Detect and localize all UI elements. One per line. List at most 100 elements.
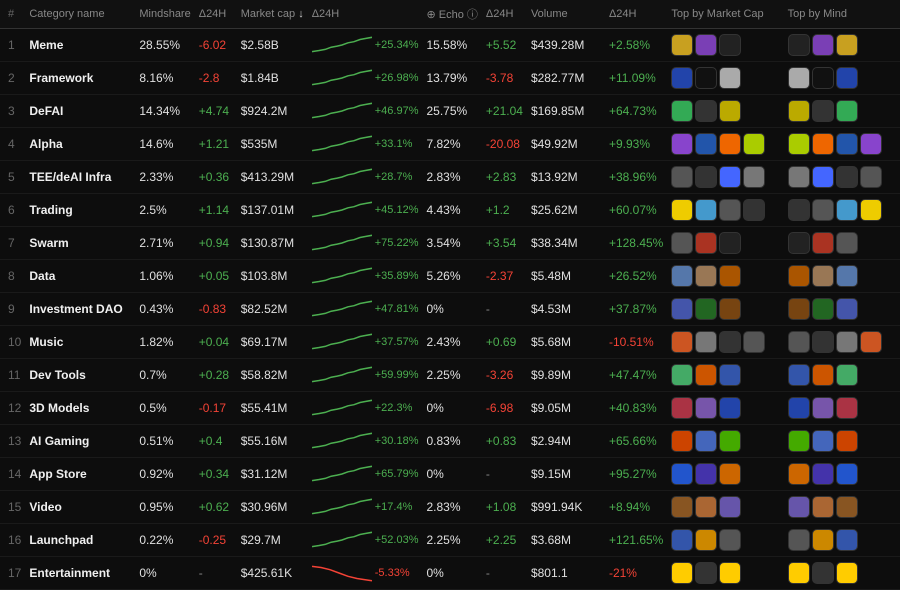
table-row[interactable]: 2Framework8.16%-2.8$1.84B +26.98%13.79%-…	[0, 62, 900, 95]
marketcap-chart: +46.97%	[308, 95, 423, 128]
mindshare-value: 2.71%	[135, 227, 194, 260]
mindshare-delta: +0.94	[195, 227, 237, 260]
echo-delta: -	[482, 293, 527, 326]
token-icon	[788, 232, 810, 254]
top-by-marketcap-icons	[667, 392, 783, 425]
category-name[interactable]: Alpha	[25, 128, 135, 161]
table-row[interactable]: 5TEE/deAI Infra2.33%+0.36$413.29M +28.7%…	[0, 161, 900, 194]
mindshare-delta: +0.62	[195, 491, 237, 524]
volume-delta: +64.73%	[605, 95, 667, 128]
mindshare-value: 2.33%	[135, 161, 194, 194]
volume-delta: +128.45%	[605, 227, 667, 260]
col-echo[interactable]: ⊕ Echo ⓘ	[423, 0, 482, 29]
table-row[interactable]: 3DeFAI14.34%+4.74$924.2M +46.97%25.75%+2…	[0, 95, 900, 128]
category-name[interactable]: Launchpad	[25, 524, 135, 557]
top-by-marketcap-icons	[667, 557, 783, 590]
token-icon	[719, 67, 741, 89]
category-name[interactable]: TEE/deAI Infra	[25, 161, 135, 194]
col-volume[interactable]: Volume	[527, 0, 605, 29]
volume-delta: +9.93%	[605, 128, 667, 161]
col-top-marketcap: Top by Market Cap	[667, 0, 783, 29]
category-name[interactable]: Music	[25, 326, 135, 359]
volume-delta: +65.66%	[605, 425, 667, 458]
echo-value: 2.25%	[423, 359, 482, 392]
category-name[interactable]: Video	[25, 491, 135, 524]
token-icon	[788, 430, 810, 452]
table-row[interactable]: 4Alpha14.6%+1.21$535M +33.1%7.82%-20.08$…	[0, 128, 900, 161]
token-icon	[671, 397, 693, 419]
mindshare-delta: -0.17	[195, 392, 237, 425]
table-row[interactable]: 16Launchpad0.22%-0.25$29.7M +52.03%2.25%…	[0, 524, 900, 557]
table-row[interactable]: 11Dev Tools0.7%+0.28$58.82M +59.99%2.25%…	[0, 359, 900, 392]
table-row[interactable]: 17Entertainment0%-$425.61K -5.33%0%-$801…	[0, 557, 900, 590]
col-mindshare[interactable]: Mindshare	[135, 0, 194, 29]
token-icon	[836, 364, 858, 386]
table-row[interactable]: 13AI Gaming0.51%+0.4$55.16M +30.18%0.83%…	[0, 425, 900, 458]
token-icon	[836, 397, 858, 419]
table-row[interactable]: 1Meme28.55%-6.02$2.58B +25.34%15.58%+5.5…	[0, 29, 900, 62]
token-icon	[788, 397, 810, 419]
table-row[interactable]: 6Trading2.5%+1.14$137.01M +45.12%4.43%+1…	[0, 194, 900, 227]
token-icon	[836, 331, 858, 353]
top-by-mind-icons	[784, 161, 900, 194]
marketcap-value: $82.52M	[237, 293, 308, 326]
token-icon	[812, 166, 834, 188]
token-icon	[836, 67, 858, 89]
top-by-mind-icons	[784, 557, 900, 590]
col-cap-delta[interactable]: Δ24H	[308, 0, 423, 29]
category-name[interactable]: App Store	[25, 458, 135, 491]
marketcap-chart: +33.1%	[308, 128, 423, 161]
col-echo-delta[interactable]: Δ24H	[482, 0, 527, 29]
col-mind-delta[interactable]: Δ24H	[195, 0, 237, 29]
category-name[interactable]: Swarm	[25, 227, 135, 260]
col-marketcap[interactable]: Market cap	[237, 0, 308, 29]
row-num: 15	[0, 491, 25, 524]
category-name[interactable]: DeFAI	[25, 95, 135, 128]
token-icon	[695, 100, 717, 122]
token-icon	[788, 298, 810, 320]
echo-delta: +1.08	[482, 491, 527, 524]
echo-delta: -6.98	[482, 392, 527, 425]
table-row[interactable]: 9Investment DAO0.43%-0.83$82.52M +47.81%…	[0, 293, 900, 326]
echo-value: 3.54%	[423, 227, 482, 260]
category-name[interactable]: Trading	[25, 194, 135, 227]
table-row[interactable]: 15Video0.95%+0.62$30.96M +17.4%2.83%+1.0…	[0, 491, 900, 524]
table-row[interactable]: 14App Store0.92%+0.34$31.12M +65.79%0%-$…	[0, 458, 900, 491]
volume-delta: -10.51%	[605, 326, 667, 359]
marketcap-chart: +22.3%	[308, 392, 423, 425]
row-num: 10	[0, 326, 25, 359]
marketcap-chart: +30.18%	[308, 425, 423, 458]
mindshare-value: 0.51%	[135, 425, 194, 458]
echo-value: 0%	[423, 557, 482, 590]
category-name[interactable]: Investment DAO	[25, 293, 135, 326]
category-name[interactable]: Entertainment	[25, 557, 135, 590]
token-icon	[671, 463, 693, 485]
col-category[interactable]: Category name	[25, 0, 135, 29]
token-icon	[788, 133, 810, 155]
table-row[interactable]: 123D Models0.5%-0.17$55.41M +22.3%0%-6.9…	[0, 392, 900, 425]
top-by-mind-icons	[784, 425, 900, 458]
col-vol-delta[interactable]: Δ24H	[605, 0, 667, 29]
table-row[interactable]: 8Data1.06%+0.05$103.8M +35.89%5.26%-2.37…	[0, 260, 900, 293]
token-icon	[695, 133, 717, 155]
echo-delta: +3.54	[482, 227, 527, 260]
category-name[interactable]: Data	[25, 260, 135, 293]
category-name[interactable]: Dev Tools	[25, 359, 135, 392]
mindshare-value: 0.95%	[135, 491, 194, 524]
token-icon	[788, 331, 810, 353]
echo-delta: +21.04	[482, 95, 527, 128]
token-icon	[719, 100, 741, 122]
table-row[interactable]: 10Music1.82%+0.04$69.17M +37.57%2.43%+0.…	[0, 326, 900, 359]
category-name[interactable]: Framework	[25, 62, 135, 95]
category-name[interactable]: 3D Models	[25, 392, 135, 425]
top-by-marketcap-icons	[667, 227, 783, 260]
category-name[interactable]: AI Gaming	[25, 425, 135, 458]
top-by-mind-icons	[784, 524, 900, 557]
category-name[interactable]: Meme	[25, 29, 135, 62]
table-row[interactable]: 7Swarm2.71%+0.94$130.87M +75.22%3.54%+3.…	[0, 227, 900, 260]
marketcap-chart: +28.7%	[308, 161, 423, 194]
col-top-mind: Top by Mind	[784, 0, 900, 29]
marketcap-value: $2.58B	[237, 29, 308, 62]
volume-value: $49.92M	[527, 128, 605, 161]
mindshare-delta: +1.21	[195, 128, 237, 161]
